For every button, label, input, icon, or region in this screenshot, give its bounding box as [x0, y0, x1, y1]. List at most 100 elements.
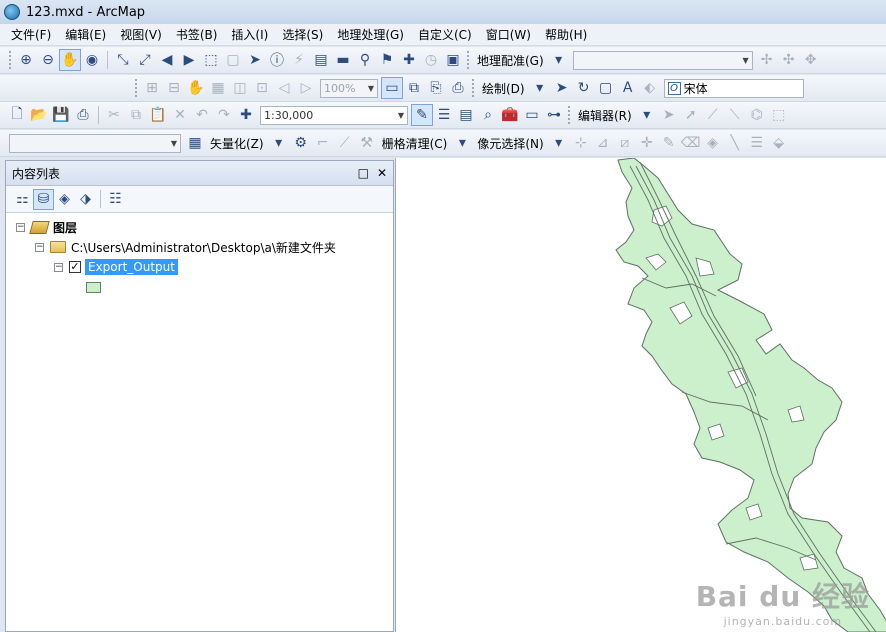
line-pen-icon[interactable]: ⟋	[334, 132, 356, 154]
pixel-selection-menu[interactable]: 像元选择(N)	[473, 135, 547, 152]
polygon-feature[interactable]	[615, 158, 886, 632]
select-connected-cells-icon[interactable]: ⊹	[570, 132, 592, 154]
new-text-icon[interactable]: A	[617, 77, 639, 99]
chevron-down-icon[interactable]: ▾	[268, 132, 290, 154]
collapse-icon[interactable]: −	[16, 222, 25, 232]
edit-vertices-icon[interactable]: ⬚	[768, 104, 790, 126]
undo-icon[interactable]: ↶	[191, 104, 213, 126]
chevron-down-icon[interactable]: ▾	[636, 104, 658, 126]
brush-icon[interactable]: ✎	[658, 132, 680, 154]
pan-hand-icon[interactable]: ✋	[59, 49, 81, 71]
layout-zoom-in-icon[interactable]: ⊞	[141, 77, 163, 99]
layer-name-label[interactable]: Export_Output	[85, 259, 178, 275]
copy-icon[interactable]: ⧉	[125, 104, 147, 126]
change-layout-icon[interactable]: ⎘	[425, 77, 447, 99]
vectorize-settings-icon[interactable]: ⚙	[290, 132, 312, 154]
tree-row-folder[interactable]: − C:\Users\Administrator\Desktop\a\新建文件夹	[6, 237, 393, 257]
raster-painting-icon[interactable]: ⧄	[614, 132, 636, 154]
tree-row-root[interactable]: − 图层	[6, 217, 393, 237]
vectorize-trace-icon[interactable]: ⌐	[312, 132, 334, 154]
paste-icon[interactable]: 📋	[147, 104, 169, 126]
focus-data-frame-icon[interactable]: ⧉	[403, 77, 425, 99]
model-builder-icon[interactable]: ⊶	[543, 104, 565, 126]
save-icon[interactable]: 💾	[50, 104, 72, 126]
tree-row-legend[interactable]	[6, 277, 393, 297]
collapse-icon[interactable]: −	[35, 242, 44, 252]
edit-tool-icon[interactable]: ➤	[658, 104, 680, 126]
menu-bookmarks[interactable]: 书签(B)	[169, 24, 225, 46]
map-scale-dropdown[interactable]: 1:30,000 ▼	[260, 105, 408, 125]
data-driven-pages-icon[interactable]: ⎙	[447, 77, 469, 99]
hyperlink-icon[interactable]: ⚡	[288, 49, 310, 71]
editor-toolbar-icon[interactable]: ✎	[411, 104, 433, 126]
line-width-icon[interactable]: ☰	[746, 132, 768, 154]
map-view[interactable]: Bai du 经验 jingyan.baidu.com	[395, 158, 886, 632]
html-popup-icon[interactable]: ▤	[310, 49, 332, 71]
menu-help[interactable]: 帮助(H)	[538, 24, 594, 46]
select-elements-arrow-icon[interactable]: ➤	[551, 77, 573, 99]
clear-selection-icon[interactable]: ▢	[222, 49, 244, 71]
zoom-whole-page-icon[interactable]: ▦	[207, 77, 229, 99]
shape-recognition-icon[interactable]: ⚒	[356, 132, 378, 154]
zoom-out-icon[interactable]: ⊖	[37, 49, 59, 71]
redo-icon[interactable]: ↷	[213, 104, 235, 126]
list-by-drawing-order-icon[interactable]: ⚏	[12, 189, 33, 210]
chevron-down-icon[interactable]: ▾	[451, 132, 473, 154]
catalog-window-icon[interactable]: ▤	[455, 104, 477, 126]
chevron-down-icon[interactable]: ▾	[548, 132, 570, 154]
viewer-window-icon[interactable]: ▣	[442, 49, 464, 71]
georef-tool-icon[interactable]: ✥	[800, 49, 822, 71]
crosshair-icon[interactable]: ✛	[636, 132, 658, 154]
open-folder-icon[interactable]: 📂	[28, 104, 50, 126]
fill-icon[interactable]: ◈	[702, 132, 724, 154]
find-route-icon[interactable]: ⚑	[376, 49, 398, 71]
cut-icon[interactable]: ✂	[103, 104, 125, 126]
straight-segment-icon[interactable]: ⟋	[702, 104, 724, 126]
table-of-contents-icon[interactable]: ☰	[433, 104, 455, 126]
trace-icon[interactable]: ⌬	[746, 104, 768, 126]
back-arrow-icon[interactable]: ◀	[156, 49, 178, 71]
measure-icon[interactable]: ▬	[332, 49, 354, 71]
menu-windows[interactable]: 窗口(W)	[479, 24, 538, 46]
layout-back-icon[interactable]: ◁	[273, 77, 295, 99]
find-binoculars-icon[interactable]: ⚲	[354, 49, 376, 71]
chevron-down-icon[interactable]: ▾	[548, 49, 570, 71]
georeferencing-menu[interactable]: 地理配准(G)	[473, 52, 548, 69]
font-name-dropdown[interactable]: O 宋体	[663, 78, 804, 98]
fixed-zoom-in-icon[interactable]: ⤡	[112, 49, 134, 71]
eraser-icon[interactable]: ⬙	[768, 132, 790, 154]
tree-row-layer[interactable]: − ✓ Export_Output	[6, 257, 393, 277]
fixed-zoom-out-icon[interactable]: ⤢	[134, 49, 156, 71]
close-icon[interactable]: ✕	[377, 166, 387, 180]
layer-visibility-checkbox[interactable]: ✓	[69, 261, 81, 273]
time-slider-icon[interactable]: ◷	[420, 49, 442, 71]
sketch-tool-icon[interactable]: ⟍	[724, 104, 746, 126]
georef-layer-dropdown[interactable]: ▼	[572, 50, 753, 70]
python-window-icon[interactable]: ▭	[521, 104, 543, 126]
list-by-source-icon[interactable]: ⛁	[33, 188, 54, 210]
georef-tool-icon[interactable]: ✢	[756, 49, 778, 71]
layer-symbol-swatch[interactable]	[86, 281, 101, 293]
menu-file[interactable]: 文件(F)	[4, 24, 58, 46]
menu-edit[interactable]: 编辑(E)	[58, 24, 113, 46]
raster-layer-dropdown[interactable]: ▼	[9, 133, 181, 153]
chevron-down-icon[interactable]: ▾	[529, 77, 551, 99]
zoom-in-icon[interactable]: ⊕	[15, 49, 37, 71]
forward-arrow-icon[interactable]: ▶	[178, 49, 200, 71]
raster-cleanup-menu[interactable]: 栅格清理(C)	[378, 135, 452, 152]
vectorization-menu[interactable]: 矢量化(Z)	[206, 135, 268, 152]
menu-selection[interactable]: 选择(S)	[275, 24, 330, 46]
layout-forward-icon[interactable]: ▷	[295, 77, 317, 99]
toggle-draft-mode-icon[interactable]: ▭	[381, 77, 403, 99]
delete-icon[interactable]: ✕	[169, 104, 191, 126]
raster-tool-icon[interactable]: ▦	[184, 132, 206, 154]
layout-pan-icon[interactable]: ✋	[185, 77, 207, 99]
drawing-menu[interactable]: 绘制(D)	[478, 80, 529, 97]
collapse-icon[interactable]: −	[54, 262, 63, 272]
menu-geoprocessing[interactable]: 地理处理(G)	[330, 24, 411, 46]
editor-menu[interactable]: 编辑器(R)	[574, 107, 636, 124]
map-canvas[interactable]	[396, 158, 886, 632]
select-elements-arrow-icon[interactable]: ➤	[244, 49, 266, 71]
rectangle-icon[interactable]: ▢	[595, 77, 617, 99]
menu-customize[interactable]: 自定义(C)	[411, 24, 479, 46]
